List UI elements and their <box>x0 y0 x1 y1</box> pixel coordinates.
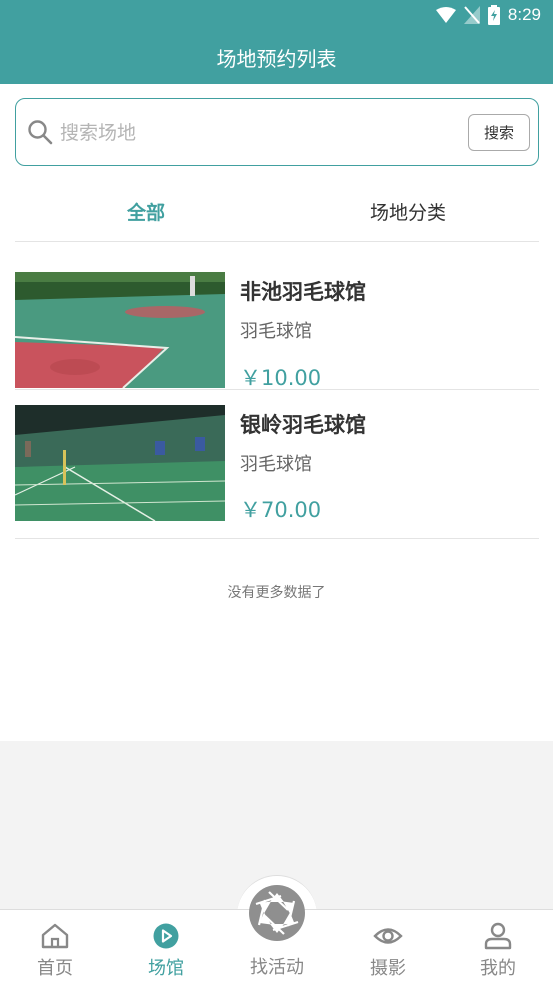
eye-icon <box>373 928 403 944</box>
nav-venues-label: 场馆 <box>148 958 184 979</box>
user-icon <box>484 922 512 950</box>
venue-play-icon <box>153 923 179 949</box>
venue-list-item[interactable]: 银岭羽毛球馆 羽毛球馆 ￥70.00 <box>15 390 539 539</box>
nav-home-label: 首页 <box>37 958 73 979</box>
status-time: 8:29 <box>507 5 541 24</box>
venue-name: 银岭羽毛球馆 <box>240 413 366 437</box>
venue-price: ￥10.00 <box>240 366 322 390</box>
page-title: 场地预约列表 <box>216 46 337 71</box>
battery-icon <box>487 5 500 25</box>
search-icon <box>28 120 53 145</box>
nav-profile-label: 我的 <box>480 958 516 979</box>
aperture-icon[interactable] <box>248 884 306 942</box>
venue-category: 羽毛球馆 <box>240 321 312 342</box>
nav-venues[interactable]: 场馆 <box>111 910 221 983</box>
venue-list: 非池羽毛球馆 羽毛球馆 ￥10.00 银岭羽毛球馆 羽毛球馆 ￥70.00 <box>15 242 539 539</box>
status-bar: 8:29 <box>0 0 553 30</box>
search-input[interactable] <box>60 117 460 149</box>
venue-list-item[interactable]: 非池羽毛球馆 羽毛球馆 ￥10.00 <box>15 242 539 390</box>
tab-all[interactable]: 全部 <box>15 182 277 241</box>
venue-price: ￥70.00 <box>240 498 322 522</box>
venue-thumbnail <box>15 405 225 521</box>
search-button[interactable]: 搜索 <box>468 114 530 151</box>
main-content: 搜索 全部 场地分类 非池羽毛球馆 羽毛球馆 ￥10.00 <box>0 84 553 741</box>
home-icon <box>41 923 69 949</box>
tab-venue-category[interactable]: 场地分类 <box>277 182 539 241</box>
nav-home[interactable]: 首页 <box>0 910 110 983</box>
nav-photography[interactable]: 摄影 <box>333 910 443 983</box>
signal-icon <box>463 6 480 24</box>
search-box: 搜索 <box>15 98 539 166</box>
nav-photography-label: 摄影 <box>370 958 406 979</box>
venue-name: 非池羽毛球馆 <box>240 280 366 304</box>
list-end-message: 没有更多数据了 <box>227 585 326 601</box>
nav-profile[interactable]: 我的 <box>443 910 553 983</box>
wifi-icon <box>435 7 456 23</box>
title-bar: 场地预约列表 <box>0 30 553 84</box>
category-tabs: 全部 场地分类 <box>15 182 539 242</box>
venue-thumbnail <box>15 272 225 388</box>
nav-activities-label[interactable]: 找活动 <box>222 953 332 979</box>
venue-category: 羽毛球馆 <box>240 454 312 475</box>
